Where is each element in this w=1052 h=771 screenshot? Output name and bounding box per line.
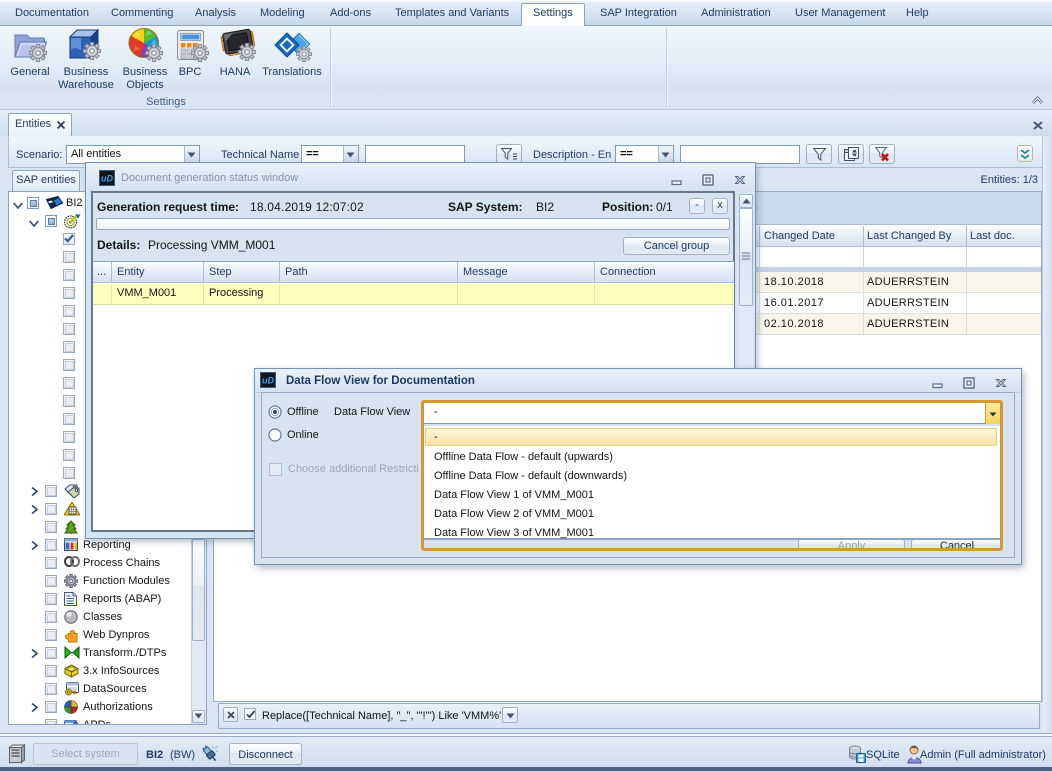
svg-text:uD: uD [262,376,274,386]
svg-text:uD: uD [101,174,113,184]
